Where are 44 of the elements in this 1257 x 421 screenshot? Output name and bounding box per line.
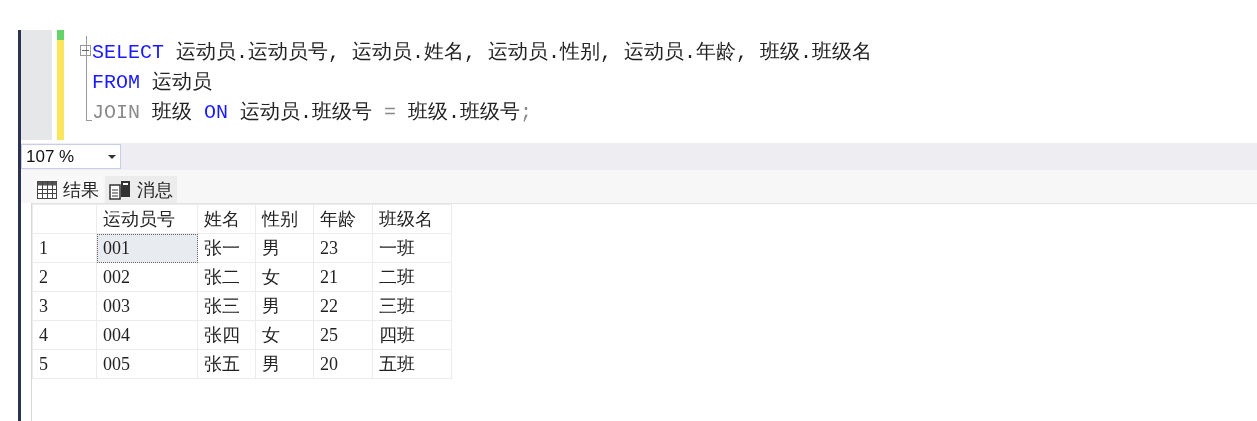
table-cell[interactable]: 20: [313, 349, 373, 379]
table-cell[interactable]: 张三: [197, 291, 256, 321]
code-line: JOIN 班级 ON 运动员.班级号 = 班级.班级号;: [92, 99, 533, 125]
table-cell[interactable]: 男: [255, 349, 314, 379]
table-cell[interactable]: 张一: [197, 233, 256, 263]
zoom-dropdown[interactable]: 107 %: [21, 144, 121, 169]
table-cell[interactable]: 张四: [197, 320, 256, 350]
table-cell[interactable]: 五班: [372, 349, 452, 379]
column-header[interactable]: 年龄: [313, 204, 373, 234]
table-cell[interactable]: 21: [313, 262, 373, 292]
row-number: 4: [32, 320, 97, 350]
results-tab[interactable]: 消息: [105, 176, 177, 203]
column-header[interactable]: 姓名: [197, 204, 256, 234]
grid-icon: [37, 180, 57, 199]
table-cell[interactable]: 张五: [197, 349, 256, 379]
table-cell[interactable]: 三班: [372, 291, 452, 321]
table-cell[interactable]: 002: [96, 262, 198, 292]
row-number: 1: [32, 233, 97, 263]
table-cell[interactable]: 二班: [372, 262, 452, 292]
table-cell[interactable]: 男: [255, 291, 314, 321]
code-line: SELECT 运动员.运动员号, 运动员.姓名, 运动员.性别, 运动员.年龄, 班级.班级名: [92, 39, 873, 65]
table-cell[interactable]: 女: [255, 262, 314, 292]
table-cell[interactable]: 001: [96, 233, 198, 263]
table-cell[interactable]: 25: [313, 320, 373, 350]
table-cell[interactable]: 003: [96, 291, 198, 321]
column-header[interactable]: 运动员号: [96, 204, 198, 234]
table-cell[interactable]: 男: [255, 233, 314, 263]
document-icon: [109, 179, 131, 200]
code-line: FROM 运动员: [92, 69, 213, 95]
table-cell[interactable]: 一班: [372, 233, 452, 263]
table-cell[interactable]: 23: [313, 233, 373, 263]
row-number: 2: [32, 262, 97, 292]
column-header[interactable]: 班级名: [372, 204, 452, 234]
row-number: 3: [32, 291, 97, 321]
caret-icon: [108, 154, 116, 159]
collapse-icon[interactable]: [80, 45, 91, 56]
row-number: 5: [32, 349, 97, 379]
table-cell[interactable]: 张二: [197, 262, 256, 292]
column-header[interactable]: 性别: [255, 204, 314, 234]
table-cell[interactable]: 22: [313, 291, 373, 321]
table-cell[interactable]: 005: [96, 349, 198, 379]
table-cell[interactable]: 女: [255, 320, 314, 350]
table-cell[interactable]: 四班: [372, 320, 452, 350]
table-cell[interactable]: 004: [96, 320, 198, 350]
